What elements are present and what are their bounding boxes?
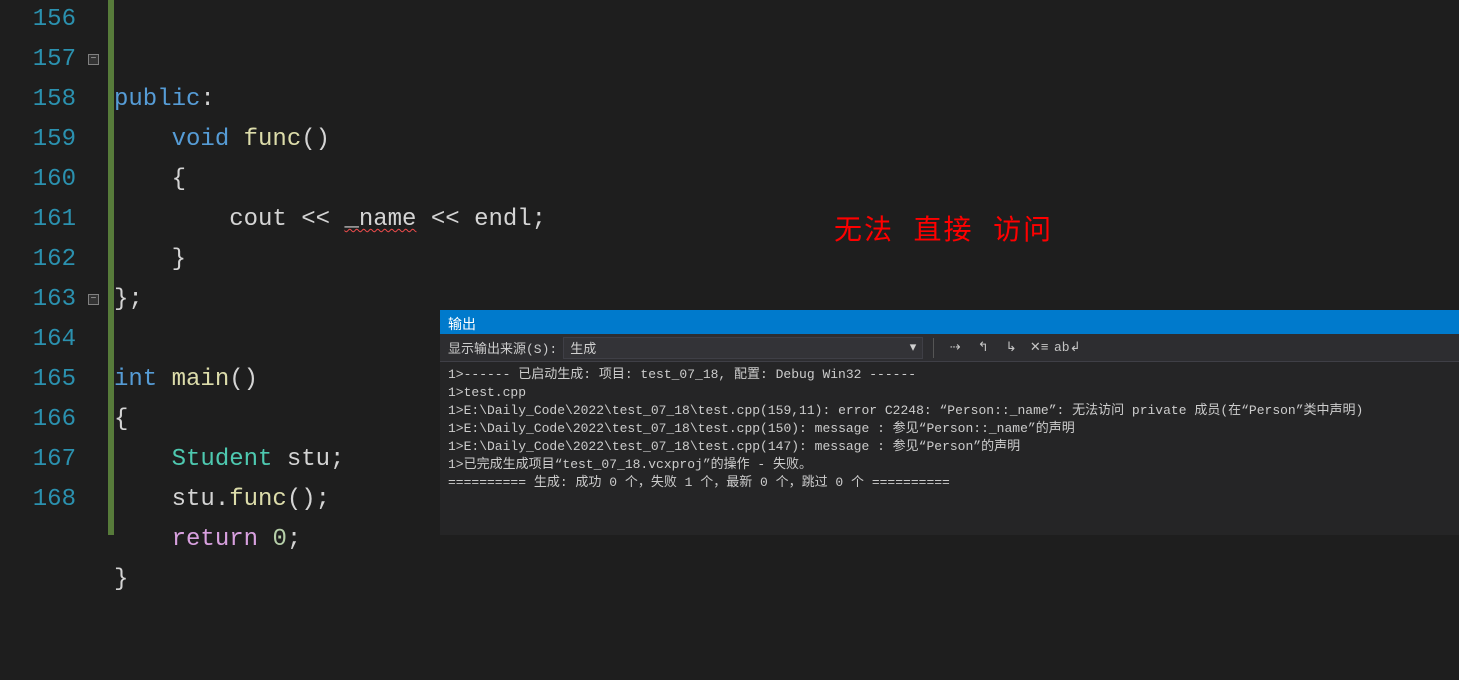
code-token: ; — [287, 526, 301, 553]
code-line[interactable]: public: — [114, 80, 1459, 120]
code-token: << — [287, 206, 345, 233]
code-token — [229, 126, 243, 153]
code-token: 0 — [272, 526, 286, 553]
code-token: () — [301, 126, 330, 153]
output-text[interactable]: 1>------ 已启动生成: 项目: test_07_18, 配置: Debu… — [440, 362, 1459, 496]
previous-message-icon[interactable]: ↰ — [972, 337, 994, 359]
output-source-selected: 生成 — [570, 338, 596, 357]
code-line[interactable]: } — [114, 560, 1459, 600]
line-number: 163 — [0, 280, 76, 320]
code-token: int — [114, 366, 157, 393]
code-token: () — [229, 366, 258, 393]
code-token: return — [172, 526, 258, 553]
code-token: } — [114, 246, 186, 273]
line-number: 168 — [0, 480, 76, 520]
line-number: 162 — [0, 240, 76, 280]
code-token: stu. — [114, 486, 229, 513]
code-token: { — [114, 406, 128, 433]
line-number: 157 — [0, 40, 76, 80]
clear-all-icon[interactable]: ✕≡ — [1028, 337, 1050, 359]
line-number: 164 — [0, 320, 76, 360]
code-token: void — [172, 126, 230, 153]
code-token — [258, 526, 272, 553]
code-token: Student — [172, 446, 273, 473]
word-wrap-icon[interactable]: ab↲ — [1056, 337, 1078, 359]
fold-column[interactable]: −− — [88, 0, 108, 535]
code-token: cout — [229, 206, 287, 233]
output-source-dropdown[interactable]: 生成 ▾ — [563, 337, 923, 359]
output-panel-title: 输出 — [440, 312, 1459, 334]
code-token: func — [244, 126, 302, 153]
output-toolbar: 显示输出来源(S): 生成 ▾ ⇢ ↰ ↳ ✕≡ ab↲ — [440, 334, 1459, 362]
code-token: public — [114, 86, 200, 113]
code-token: : — [200, 86, 214, 113]
line-number: 156 — [0, 0, 76, 40]
code-token — [114, 206, 229, 233]
next-message-icon[interactable]: ↳ — [1000, 337, 1022, 359]
code-line[interactable]: { — [114, 160, 1459, 200]
code-token: _name — [344, 206, 416, 233]
line-number: 161 — [0, 200, 76, 240]
output-source-label: 显示输出来源(S): — [448, 338, 557, 357]
fold-toggle-icon[interactable]: − — [88, 294, 99, 305]
code-line[interactable]: cout << _name << endl; — [114, 200, 1459, 240]
line-number: 159 — [0, 120, 76, 160]
annotation-text: 无法 直接 访问 — [834, 210, 1053, 250]
code-token: (); — [287, 486, 330, 513]
code-token: { — [114, 166, 186, 193]
line-number-gutter: 156157158159160161162163164165166167168 — [0, 0, 88, 535]
line-number: 167 — [0, 440, 76, 480]
line-number: 160 — [0, 160, 76, 200]
go-to-icon[interactable]: ⇢ — [944, 337, 966, 359]
code-token — [114, 526, 172, 553]
code-token: stu; — [272, 446, 344, 473]
code-token: } — [114, 566, 128, 593]
code-token: main — [172, 366, 230, 393]
code-token: }; — [114, 286, 143, 313]
code-token: endl — [474, 206, 532, 233]
toolbar-separator — [933, 338, 934, 358]
code-token — [114, 446, 172, 473]
code-token: func — [229, 486, 287, 513]
chevron-down-icon: ▾ — [910, 340, 917, 355]
code-line[interactable]: } — [114, 240, 1459, 280]
fold-toggle-icon[interactable]: − — [88, 54, 99, 65]
line-number: 166 — [0, 400, 76, 440]
line-number: 158 — [0, 80, 76, 120]
code-token: << — [416, 206, 474, 233]
code-token — [114, 126, 172, 153]
code-token: ; — [532, 206, 546, 233]
code-line[interactable]: void func() — [114, 120, 1459, 160]
code-token — [157, 366, 171, 393]
line-number: 165 — [0, 360, 76, 400]
output-panel: 输出 显示输出来源(S): 生成 ▾ ⇢ ↰ ↳ ✕≡ ab↲ 1>------… — [440, 310, 1459, 535]
